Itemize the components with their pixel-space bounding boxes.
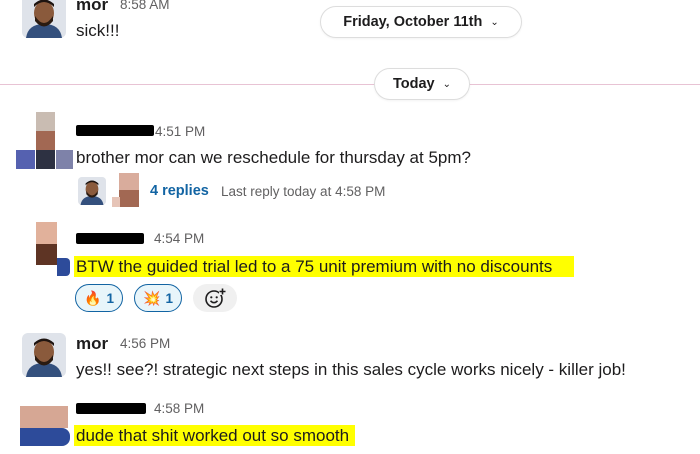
fire-icon: 🔥 xyxy=(84,289,102,306)
highlighted-text: dude that shit worked out so smooth xyxy=(74,425,356,446)
redacted-username xyxy=(76,233,144,244)
message-author[interactable]: mor xyxy=(76,0,108,15)
collision-icon: 💥 xyxy=(143,289,161,306)
message-time[interactable]: 4:56 PM xyxy=(120,336,170,351)
message-text: yes!! see?! strategic next steps in this… xyxy=(76,360,626,379)
add-emoji-icon xyxy=(205,288,226,308)
message-text: dude that shit worked out so smooth xyxy=(74,425,356,446)
avatar[interactable] xyxy=(22,0,66,38)
thread-last-reply: Last reply today at 4:58 PM xyxy=(221,184,386,199)
reaction-fire[interactable]: 🔥 1 xyxy=(75,284,123,312)
highlighted-text: BTW the guided trial led to a 75 unit pr… xyxy=(74,256,575,277)
reaction-count: 1 xyxy=(106,290,114,306)
avatar[interactable] xyxy=(34,222,70,278)
avatar[interactable] xyxy=(20,406,70,446)
reaction-count: 1 xyxy=(165,290,173,306)
reaction-collision[interactable]: 💥 1 xyxy=(134,284,182,312)
date-label: Friday, October 11th xyxy=(343,14,483,30)
message-text: brother mor can we reschedule for thursd… xyxy=(76,148,471,167)
redacted-username xyxy=(76,403,146,414)
avatar[interactable] xyxy=(16,112,74,172)
message-time[interactable]: 8:58 AM xyxy=(120,0,170,12)
message-text: BTW the guided trial led to a 75 unit pr… xyxy=(74,256,575,277)
date-divider-line xyxy=(0,84,700,85)
message-time[interactable]: 4:58 PM xyxy=(154,401,204,416)
redacted-username xyxy=(76,125,154,136)
thread-participant-avatar xyxy=(78,177,106,205)
chevron-down-icon: ⌄ xyxy=(442,78,451,90)
message-time[interactable]: 4:54 PM xyxy=(154,231,204,246)
message-time[interactable]: 4:51 PM xyxy=(155,124,205,139)
thread-replies-link[interactable]: 4 replies xyxy=(150,183,209,199)
add-reaction-button[interactable] xyxy=(193,284,237,312)
date-divider-today[interactable]: Today ⌄ xyxy=(374,68,470,100)
message-author[interactable]: mor xyxy=(76,334,108,354)
date-label: Today xyxy=(392,76,435,92)
thread-participant-avatar xyxy=(112,173,140,207)
chevron-down-icon: ⌄ xyxy=(490,16,499,28)
date-divider-friday[interactable]: Friday, October 11th ⌄ xyxy=(320,6,522,38)
avatar[interactable] xyxy=(22,333,66,377)
message-text: sick!!! xyxy=(76,21,120,40)
